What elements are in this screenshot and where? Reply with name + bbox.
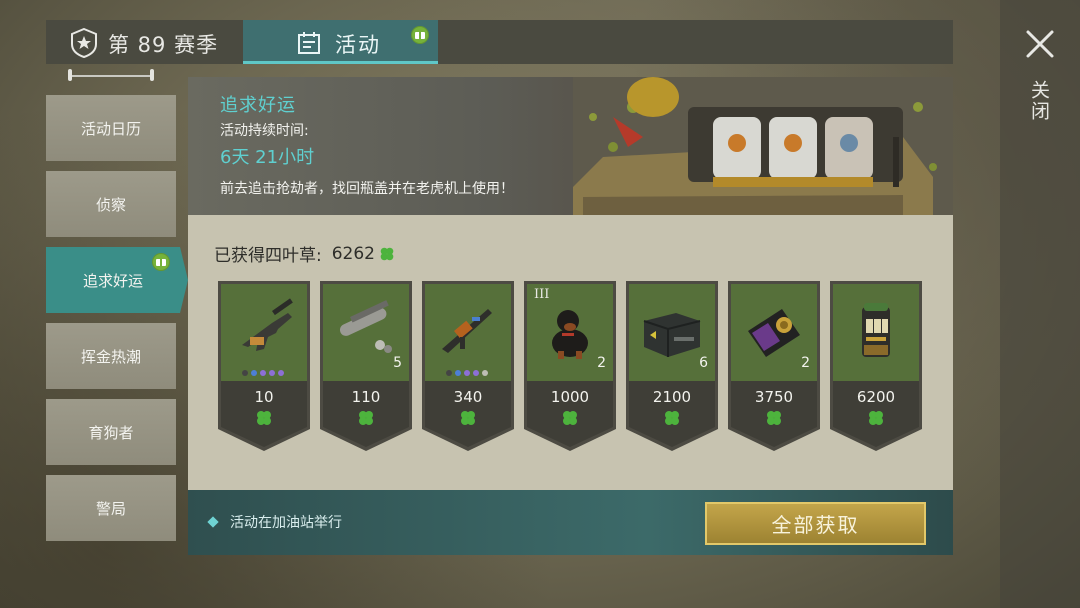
sidebar-item-label: 追求好运 <box>82 271 143 290</box>
event-banner: 追求好运 活动持续时间: 6天 21小时 前去追击抢劫者，找回瓶盖并在老虎机上使… <box>188 77 953 215</box>
sidebar-item-calendar[interactable]: 活动日历 <box>46 95 176 161</box>
sidebar-item-police[interactable]: 警局 <box>46 475 176 541</box>
sidebar-item-pursue-luck[interactable]: 追求好运 <box>46 247 188 313</box>
duration-label: 活动持续时间: <box>220 123 309 139</box>
sidebar: 活动日历 侦察 追求好运 挥金热潮 育狗者 警局 <box>46 69 188 555</box>
location-note: 活动在加油站举行 <box>230 515 342 531</box>
rarity-dots <box>242 370 284 376</box>
sidebar-item-scout[interactable]: 侦察 <box>46 171 176 237</box>
gift-icon <box>152 253 170 271</box>
sidebar-item-label: 挥金热潮 <box>80 347 141 366</box>
reward-cost: 2100 <box>652 388 692 406</box>
reward-card[interactable]: 340 <box>422 281 514 451</box>
sidebar-item-label: 警局 <box>95 499 126 518</box>
reward-quantity: 5 <box>393 355 402 371</box>
reward-card[interactable]: 5 110 <box>320 281 412 451</box>
clover-icon <box>665 411 679 425</box>
clover-icon <box>869 411 883 425</box>
sidebar-item-dog-breeder[interactable]: 育狗者 <box>46 399 176 465</box>
diamond-icon <box>207 516 219 528</box>
military-crate-icon <box>643 313 701 357</box>
reward-quantity: 2 <box>597 355 606 371</box>
reward-cost: 1000 <box>550 388 590 406</box>
clover-icon <box>380 247 394 260</box>
clover-count: 已获得四叶草: 6262 <box>214 241 396 266</box>
close-icon[interactable] <box>1024 28 1056 60</box>
tab-bar: 第 89 赛季 活动 <box>46 20 953 64</box>
tab-season[interactable]: 第 89 赛季 <box>46 20 242 64</box>
reward-cost: 6200 <box>856 388 896 406</box>
event-description: 前去追击抢劫者，找回瓶盖并在老虎机上使用！ <box>220 181 514 197</box>
event-panel: 第 89 赛季 活动 活动日历 侦察 追求好运 挥金热潮 育狗者 警局 追求好运… <box>46 20 953 555</box>
calendar-icon <box>298 32 320 54</box>
police-badge-icon <box>748 309 800 357</box>
slot-machine-truck-illustration <box>573 77 953 215</box>
sidebar-item-label: 育狗者 <box>88 423 134 442</box>
clover-count-value: 6262 <box>331 243 375 264</box>
sidebar-item-money-rush[interactable]: 挥金热潮 <box>46 323 176 389</box>
gift-icon <box>411 26 429 44</box>
clover-icon <box>767 411 781 425</box>
reward-quantity: 6 <box>699 355 708 371</box>
sidebar-scroll-knob-right[interactable] <box>150 69 154 81</box>
rarity-dots <box>446 370 488 376</box>
event-title: 追求好运 <box>220 95 296 116</box>
assault-rifle-icon <box>442 309 492 353</box>
rottweiler-icon <box>552 310 588 359</box>
reward-card[interactable]: 6 2100 <box>626 281 718 451</box>
reward-card[interactable]: 6200 <box>830 281 922 451</box>
rocket-launcher-icon <box>339 300 392 353</box>
clover-icon <box>461 411 475 425</box>
sidebar-scroll-knob-left[interactable] <box>68 69 72 81</box>
bottom-bar: 活动在加油站举行 全部获取 <box>188 490 953 555</box>
tab-season-label: 第 89 赛季 <box>108 33 219 57</box>
duration-value: 6天 21小时 <box>220 147 315 168</box>
clover-icon <box>359 411 373 425</box>
sidebar-scroll-track[interactable] <box>68 69 154 81</box>
reward-quantity: 2 <box>801 355 810 371</box>
reward-cost: 10 <box>254 388 274 406</box>
tab-activity[interactable]: 活动 <box>243 20 438 64</box>
reward-card[interactable]: III 2 1000 <box>524 281 616 451</box>
pistol-icon <box>242 298 293 351</box>
season-shield-icon <box>71 28 97 58</box>
clover-icon <box>257 411 271 425</box>
sidebar-item-label: 侦察 <box>95 195 126 214</box>
clover-icon <box>563 411 577 425</box>
event-content: 追求好运 活动持续时间: 6天 21小时 前去追击抢劫者，找回瓶盖并在老虎机上使… <box>188 77 953 555</box>
close-label[interactable]: 关闭 <box>1028 80 1050 122</box>
claim-all-button[interactable]: 全部获取 <box>705 502 926 545</box>
sidebar-item-label: 活动日历 <box>80 119 141 138</box>
reward-card[interactable]: 2 3750 <box>728 281 820 451</box>
slot-machine-icon <box>862 303 890 357</box>
clover-count-label: 已获得四叶草: <box>214 246 322 266</box>
reward-cost: 340 <box>453 388 483 406</box>
reward-cost: 110 <box>351 388 381 406</box>
reward-cost: 3750 <box>754 388 794 406</box>
reward-card[interactable]: 10 <box>218 281 310 451</box>
tab-activity-label: 活动 <box>335 33 381 57</box>
